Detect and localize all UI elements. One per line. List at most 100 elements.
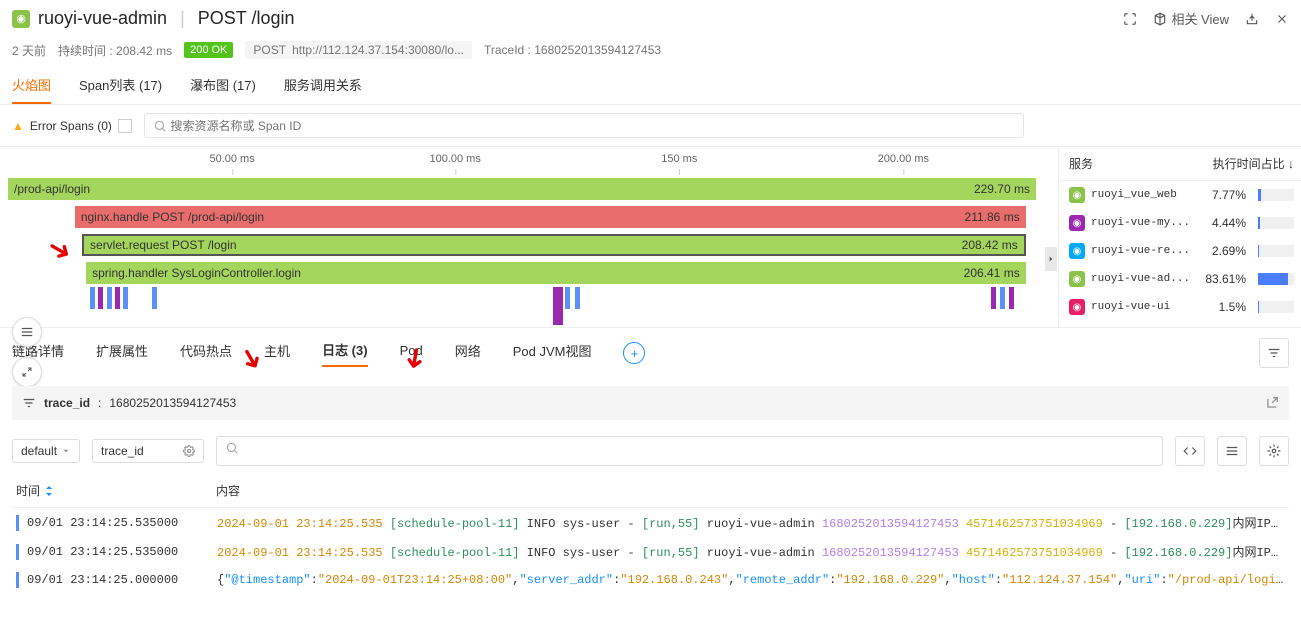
service-pct: 2.69% [1196, 244, 1246, 258]
error-spans-toggle[interactable]: ▲ Error Spans (0) [12, 119, 132, 133]
service-name: ruoyi-vue-ad... [1091, 273, 1190, 285]
trace-filter-bar: trace_id:1680252013594127453 [12, 386, 1289, 420]
subheader: 2 天前 持续时间 : 208.42 ms 200 OK POST http:/… [0, 37, 1301, 67]
dtab-ext-attrs[interactable]: 扩展属性 [96, 341, 148, 366]
services-header: 服务 [1069, 155, 1213, 172]
tab-flame[interactable]: 火焰图 [12, 67, 51, 104]
tab-span-list[interactable]: Span列表 (17) [79, 67, 162, 104]
mini-spans [8, 287, 1036, 327]
filter-icon[interactable] [1259, 338, 1289, 368]
sort-icon [44, 486, 54, 496]
service-pct: 4.44% [1196, 216, 1246, 230]
service-pct: 83.61% [1196, 272, 1246, 286]
service-icon: ◉ [1069, 299, 1085, 315]
service-icon: ◉ [1069, 271, 1085, 287]
service-row[interactable]: ◉ ruoyi-vue-ad... 83.61% [1059, 265, 1301, 293]
exec-time-header[interactable]: 执行时间占比 ↓ [1213, 155, 1294, 172]
service-bar [1258, 301, 1294, 313]
log-content: 2024-09-01 23:14:25.535 [schedule-pool-1… [217, 514, 1285, 531]
log-marker [16, 515, 19, 531]
log-timestamp: 09/01 23:14:25.000000 [27, 573, 217, 587]
filter-row: ▲ Error Spans (0) [0, 105, 1301, 147]
open-external-icon[interactable] [1265, 396, 1279, 410]
tab-service-map[interactable]: 服务调用关系 [284, 67, 362, 104]
search-icon [153, 119, 167, 133]
span-bar[interactable]: /prod-api/login229.70 ms [8, 178, 1036, 200]
log-row[interactable]: 09/01 23:14:25.5350002024-09-01 23:14:25… [12, 508, 1289, 537]
service-row[interactable]: ◉ ruoyi_vue_web 7.77% [1059, 181, 1301, 209]
dtab-pod[interactable]: Pod [400, 343, 423, 364]
time-axis: 50.00 ms 100.00 ms 150 ms 200.00 ms [8, 147, 1036, 175]
dtab-logs[interactable]: 日志 (3) [322, 340, 368, 367]
log-search-input[interactable] [216, 436, 1163, 466]
chevron-down-icon [61, 446, 71, 456]
col-content: 内容 [216, 482, 240, 499]
duration: 持续时间 : 208.42 ms [58, 42, 172, 59]
service-icon: ◉ [1069, 215, 1085, 231]
header: ◉ ruoyi-vue-admin | POST /login 相关 View [0, 0, 1301, 37]
related-view-button[interactable]: 相关 View [1153, 9, 1229, 28]
url-box: POST http://112.124.37.154:30080/lo... [245, 41, 472, 59]
detail-tabs: 链路详情 扩展属性 代码热点 主机 日志 (3) Pod 网络 Pod JVM视… [0, 327, 1301, 378]
service-icon: ◉ [1069, 187, 1085, 203]
service-name: ruoyi-vue-ui [1091, 301, 1190, 313]
log-content: {"@timestamp":"2024-09-01T23:14:25+08:00… [217, 573, 1285, 587]
select-field[interactable]: trace_id [92, 439, 204, 463]
collapse-button[interactable] [12, 357, 42, 387]
search-input[interactable] [171, 119, 1015, 133]
error-spans-checkbox[interactable] [118, 119, 132, 133]
log-controls: default trace_id [0, 428, 1301, 474]
search-icon [225, 441, 239, 455]
list-view-button[interactable] [1217, 436, 1247, 466]
service-name: ruoyi_vue_web [1091, 189, 1190, 201]
panel-collapse-handle[interactable] [1045, 247, 1057, 271]
list-toggle-button[interactable] [12, 317, 42, 347]
flame-rows: /prod-api/login229.70 ms nginx.handle PO… [8, 175, 1036, 287]
status-badge: 200 OK [184, 42, 233, 58]
service-bar [1258, 273, 1294, 285]
app-icon: ◉ [12, 10, 30, 28]
service-name: ruoyi-vue-re... [1091, 245, 1190, 257]
export-icon[interactable] [1245, 12, 1259, 26]
gear-icon [183, 445, 195, 457]
service-bar [1258, 217, 1294, 229]
span-bar[interactable]: nginx.handle POST /prod-api/login211.86 … [75, 206, 1026, 228]
col-time[interactable]: 时间 [16, 482, 216, 499]
traceid: TraceId : 1680252013594127453 [484, 43, 661, 57]
filter-icon [22, 396, 36, 410]
dtab-jvm[interactable]: Pod JVM视图 [513, 341, 592, 366]
search-box[interactable] [144, 113, 1024, 138]
settings-button[interactable] [1259, 436, 1289, 466]
time-ago: 2 天前 [12, 42, 46, 59]
code-view-button[interactable] [1175, 436, 1205, 466]
log-row[interactable]: 09/01 23:14:25.5350002024-09-01 23:14:25… [12, 537, 1289, 566]
service-icon: ◉ [1069, 243, 1085, 259]
service-row[interactable]: ◉ ruoyi-vue-my... 4.44% [1059, 209, 1301, 237]
fullscreen-icon[interactable] [1123, 12, 1137, 26]
add-tab-button[interactable]: + [623, 342, 645, 364]
log-timestamp: 09/01 23:14:25.535000 [27, 516, 217, 530]
warn-icon: ▲ [12, 119, 24, 133]
page-title: ruoyi-vue-admin | POST /login [38, 8, 295, 29]
tab-waterfall[interactable]: 瀑布图 (17) [190, 67, 256, 104]
log-table: 时间 内容 09/01 23:14:25.5350002024-09-01 23… [0, 474, 1301, 606]
select-default[interactable]: default [12, 439, 80, 463]
log-marker [16, 544, 19, 560]
dtab-host[interactable]: 主机 [264, 341, 290, 366]
log-content: 2024-09-01 23:14:25.535 [schedule-pool-1… [217, 543, 1285, 560]
services-panel: 服务 执行时间占比 ↓ ◉ ruoyi_vue_web 7.77% ◉ ruoy… [1058, 147, 1301, 327]
dtab-network[interactable]: 网络 [455, 341, 481, 366]
main-tabs: 火焰图 Span列表 (17) 瀑布图 (17) 服务调用关系 [0, 67, 1301, 105]
flame-area: 50.00 ms 100.00 ms 150 ms 200.00 ms /pro… [0, 147, 1058, 327]
service-row[interactable]: ◉ ruoyi-vue-ui 1.5% [1059, 293, 1301, 321]
log-timestamp: 09/01 23:14:25.535000 [27, 545, 217, 559]
span-bar-selected[interactable]: servlet.request POST /login208.42 ms [82, 234, 1026, 256]
service-pct: 1.5% [1196, 300, 1246, 314]
close-icon[interactable] [1275, 12, 1289, 26]
span-bar[interactable]: spring.handler SysLoginController.login2… [86, 262, 1026, 284]
service-row[interactable]: ◉ ruoyi-vue-re... 2.69% [1059, 237, 1301, 265]
log-row[interactable]: 09/01 23:14:25.000000{"@timestamp":"2024… [12, 566, 1289, 594]
dtab-code-hotspot[interactable]: 代码热点 [180, 341, 232, 366]
log-marker [16, 572, 19, 588]
service-name: ruoyi-vue-my... [1091, 217, 1190, 229]
